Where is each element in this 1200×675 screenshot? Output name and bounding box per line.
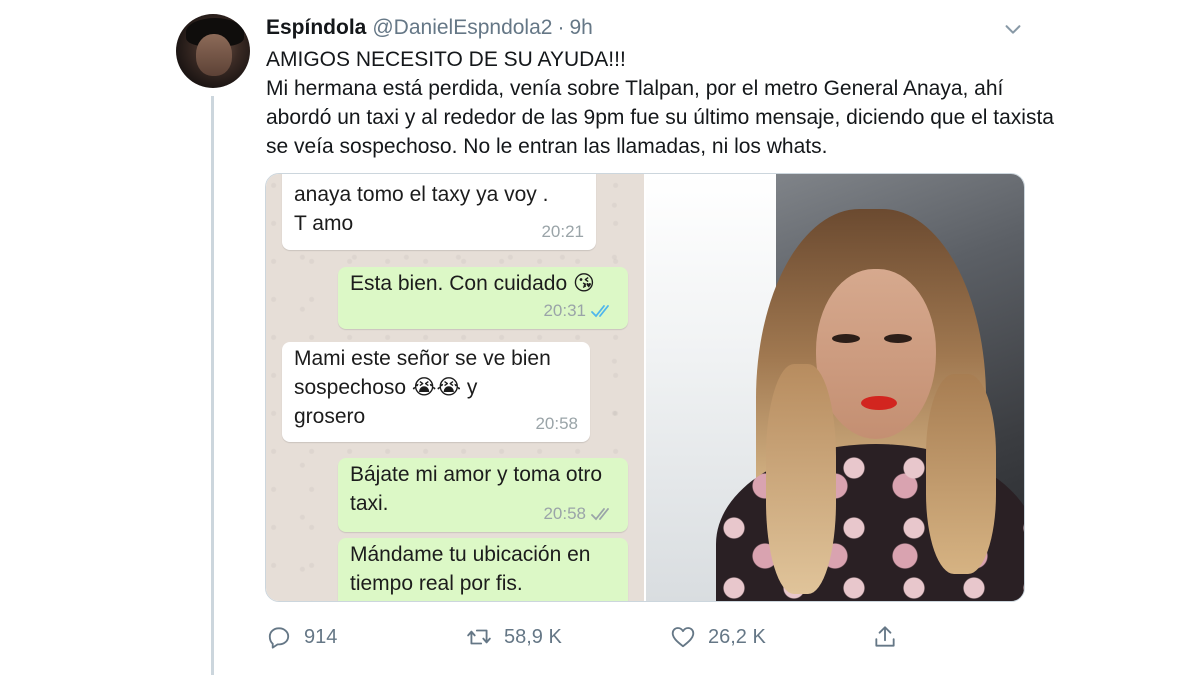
- avatar[interactable]: [176, 14, 250, 88]
- hair-strand: [766, 364, 836, 594]
- reply-icon: [268, 627, 290, 649]
- chat-message-time: 20:58: [543, 499, 616, 528]
- retweet-button[interactable]: 58,9 K: [466, 624, 562, 650]
- chat-bubble-incoming: Mami este señor se ve bien sospechoso 😭😭…: [282, 342, 590, 442]
- share-button[interactable]: [872, 624, 898, 650]
- face: [816, 269, 936, 439]
- reply-button[interactable]: 914: [266, 624, 337, 650]
- chat-bubble-incoming: anaya tomo el taxy ya voy . T amo 20:21: [282, 174, 596, 250]
- tweet-time[interactable]: 9h: [569, 16, 592, 40]
- thread-line: [211, 96, 214, 675]
- chat-bubble-outgoing: Bájate mi amor y toma otro taxi. 20:58: [338, 458, 628, 532]
- lips: [861, 396, 897, 410]
- tweet-media[interactable]: anaya tomo el taxy ya voy . T amo 20:21 …: [265, 173, 1025, 602]
- chat-message-time: 20:31: [543, 296, 616, 325]
- separator-dot: ·: [557, 16, 565, 39]
- tweet-text: AMIGOS NECESITO DE SU AYUDA!!! Mi herman…: [266, 45, 1056, 161]
- tweet-text-line: Mi hermana está perdida, venía sobre Tla…: [266, 77, 1054, 158]
- hair-strand: [926, 374, 996, 574]
- eye: [884, 334, 912, 343]
- author-handle[interactable]: @DanielEspndola2: [372, 16, 552, 40]
- retweet-count: 58,9 K: [504, 625, 562, 648]
- chat-message-text: Esta bien. Con cuidado 😘: [350, 272, 595, 295]
- eye: [832, 334, 860, 343]
- heart-icon: [671, 627, 695, 648]
- double-check-icon: [591, 507, 609, 520]
- chat-bubble-outgoing: Mándame tu ubicación en tiempo real por …: [338, 538, 628, 601]
- selfie-photo[interactable]: [646, 174, 1024, 601]
- retweet-icon: [467, 629, 491, 645]
- chat-time-text: 20:58: [535, 414, 578, 433]
- chat-message-time: 20:58: [535, 409, 578, 438]
- reply-count: 914: [304, 625, 338, 648]
- double-check-icon: [591, 304, 609, 317]
- like-count: 26,2 K: [708, 625, 766, 648]
- share-icon: [875, 626, 895, 647]
- like-button[interactable]: 26,2 K: [670, 624, 766, 650]
- chat-time-text: 20:31: [543, 301, 586, 320]
- chat-message-text: Mándame tu ubicación en tiempo real por …: [350, 543, 591, 595]
- tweet-text-line: AMIGOS NECESITO DE SU AYUDA!!!: [266, 48, 626, 71]
- chat-message-time: 20:21: [541, 217, 584, 246]
- chat-screenshot[interactable]: anaya tomo el taxy ya voy . T amo 20:21 …: [266, 174, 644, 601]
- avatar-face: [196, 34, 232, 76]
- chat-time-text: 20:21: [541, 222, 584, 241]
- chat-time-text: 20:58: [543, 504, 586, 523]
- tweet-header: Espíndola @DanielEspndola2 · 9h: [266, 15, 593, 41]
- chevron-down-icon[interactable]: [1002, 18, 1024, 40]
- author-name[interactable]: Espíndola: [266, 16, 366, 40]
- chat-bubble-outgoing: Esta bien. Con cuidado 😘 20:31: [338, 267, 628, 329]
